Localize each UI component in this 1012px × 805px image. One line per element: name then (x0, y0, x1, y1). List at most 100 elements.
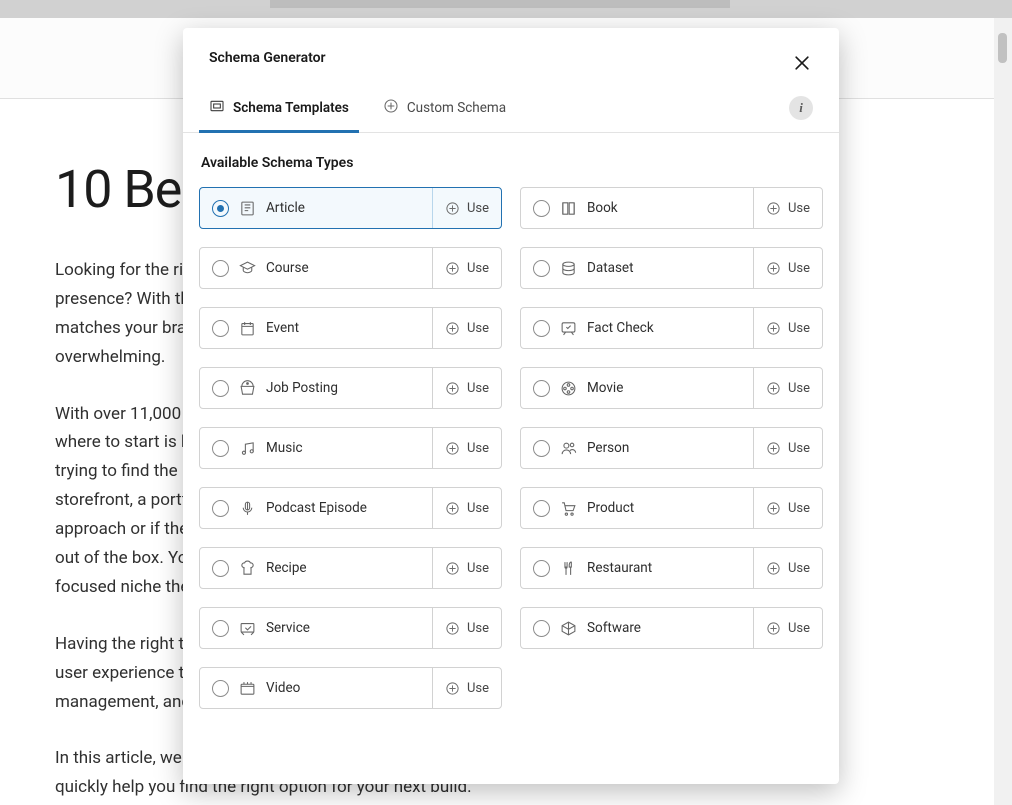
use-button-jobposting[interactable]: Use (432, 368, 501, 408)
schema-type-course[interactable]: Course Use (199, 247, 502, 289)
plus-circle-icon (445, 381, 460, 396)
use-button-dataset[interactable]: Use (753, 248, 822, 288)
schema-type-label: Fact Check (587, 320, 654, 336)
tab-label: Custom Schema (407, 100, 506, 116)
use-label: Use (467, 681, 489, 696)
product-icon (560, 500, 577, 517)
use-label: Use (788, 321, 810, 336)
use-label: Use (467, 201, 489, 216)
tab-schema-templates[interactable]: Schema Templates (209, 84, 357, 132)
radio-recipe[interactable] (212, 560, 229, 577)
course-icon (239, 260, 256, 277)
radio-service[interactable] (212, 620, 229, 637)
factcheck-icon (560, 320, 577, 337)
use-button-music[interactable]: Use (432, 428, 501, 468)
schema-type-label: Podcast Episode (266, 500, 367, 516)
music-icon (239, 440, 256, 457)
plus-circle-icon (766, 201, 781, 216)
event-icon (239, 320, 256, 337)
use-button-video[interactable]: Use (432, 668, 501, 708)
radio-jobposting[interactable] (212, 380, 229, 397)
schema-type-video[interactable]: Video Use (199, 667, 502, 709)
plus-circle-icon (766, 321, 781, 336)
use-button-book[interactable]: Use (753, 188, 822, 228)
radio-movie[interactable] (533, 380, 550, 397)
schema-type-article[interactable]: Article Use (199, 187, 502, 229)
use-button-person[interactable]: Use (753, 428, 822, 468)
schema-type-software[interactable]: Software Use (520, 607, 823, 649)
schema-type-label: Product (587, 500, 634, 516)
radio-restaurant[interactable] (533, 560, 550, 577)
use-button-article[interactable]: Use (432, 188, 501, 228)
use-button-software[interactable]: Use (753, 608, 822, 648)
use-button-service[interactable]: Use (432, 608, 501, 648)
radio-course[interactable] (212, 260, 229, 277)
use-button-factcheck[interactable]: Use (753, 308, 822, 348)
page-scrollbar[interactable] (994, 18, 1012, 805)
tab-label: Schema Templates (233, 100, 349, 116)
use-label: Use (467, 381, 489, 396)
radio-person[interactable] (533, 440, 550, 457)
restaurant-icon (560, 560, 577, 577)
use-label: Use (788, 201, 810, 216)
use-label: Use (467, 621, 489, 636)
recipe-icon (239, 560, 256, 577)
schema-type-restaurant[interactable]: Restaurant Use (520, 547, 823, 589)
schema-type-podcast[interactable]: Podcast Episode Use (199, 487, 502, 529)
templates-icon (209, 98, 225, 118)
schema-type-label: Service (266, 620, 310, 636)
schema-type-label: Video (266, 680, 300, 696)
podcast-icon (239, 500, 256, 517)
video-icon (239, 680, 256, 697)
schema-type-label: Music (266, 440, 303, 456)
close-button[interactable] (789, 50, 815, 76)
person-icon (560, 440, 577, 457)
schema-type-person[interactable]: Person Use (520, 427, 823, 469)
radio-podcast[interactable] (212, 500, 229, 517)
schema-type-event[interactable]: Event Use (199, 307, 502, 349)
use-button-recipe[interactable]: Use (432, 548, 501, 588)
schema-type-factcheck[interactable]: Fact Check Use (520, 307, 823, 349)
radio-product[interactable] (533, 500, 550, 517)
plus-circle-icon (766, 501, 781, 516)
radio-dataset[interactable] (533, 260, 550, 277)
schema-type-label: Movie (587, 380, 623, 396)
schema-type-book[interactable]: Book Use (520, 187, 823, 229)
schema-type-label: Course (266, 260, 309, 276)
radio-software[interactable] (533, 620, 550, 637)
scrollbar-thumb[interactable] (998, 33, 1007, 63)
info-button[interactable]: i (789, 96, 813, 120)
use-button-podcast[interactable]: Use (432, 488, 501, 528)
schema-type-jobposting[interactable]: Job Posting Use (199, 367, 502, 409)
schema-type-dataset[interactable]: Dataset Use (520, 247, 823, 289)
radio-video[interactable] (212, 680, 229, 697)
use-button-product[interactable]: Use (753, 488, 822, 528)
use-label: Use (788, 501, 810, 516)
schema-type-movie[interactable]: Movie Use (520, 367, 823, 409)
plus-circle-icon (766, 621, 781, 636)
schema-type-music[interactable]: Music Use (199, 427, 502, 469)
radio-factcheck[interactable] (533, 320, 550, 337)
radio-book[interactable] (533, 200, 550, 217)
plus-circle-icon (766, 441, 781, 456)
use-button-event[interactable]: Use (432, 308, 501, 348)
active-tab-underline (199, 130, 359, 133)
schema-type-recipe[interactable]: Recipe Use (199, 547, 502, 589)
tab-custom-schema[interactable]: Custom Schema (383, 84, 514, 132)
schema-type-product[interactable]: Product Use (520, 487, 823, 529)
use-button-course[interactable]: Use (432, 248, 501, 288)
schema-type-grid: Article Use Book Use Course (199, 187, 823, 709)
book-icon (560, 200, 577, 217)
radio-event[interactable] (212, 320, 229, 337)
use-button-restaurant[interactable]: Use (753, 548, 822, 588)
schema-type-service[interactable]: Service Use (199, 607, 502, 649)
plus-circle-icon (445, 561, 460, 576)
radio-music[interactable] (212, 440, 229, 457)
radio-article[interactable] (212, 200, 229, 217)
info-icon: i (799, 100, 803, 116)
modal-title: Schema Generator (209, 50, 813, 66)
article-icon (239, 200, 256, 217)
use-button-movie[interactable]: Use (753, 368, 822, 408)
schema-type-label: Recipe (266, 560, 307, 576)
schema-type-label: Book (587, 200, 618, 216)
